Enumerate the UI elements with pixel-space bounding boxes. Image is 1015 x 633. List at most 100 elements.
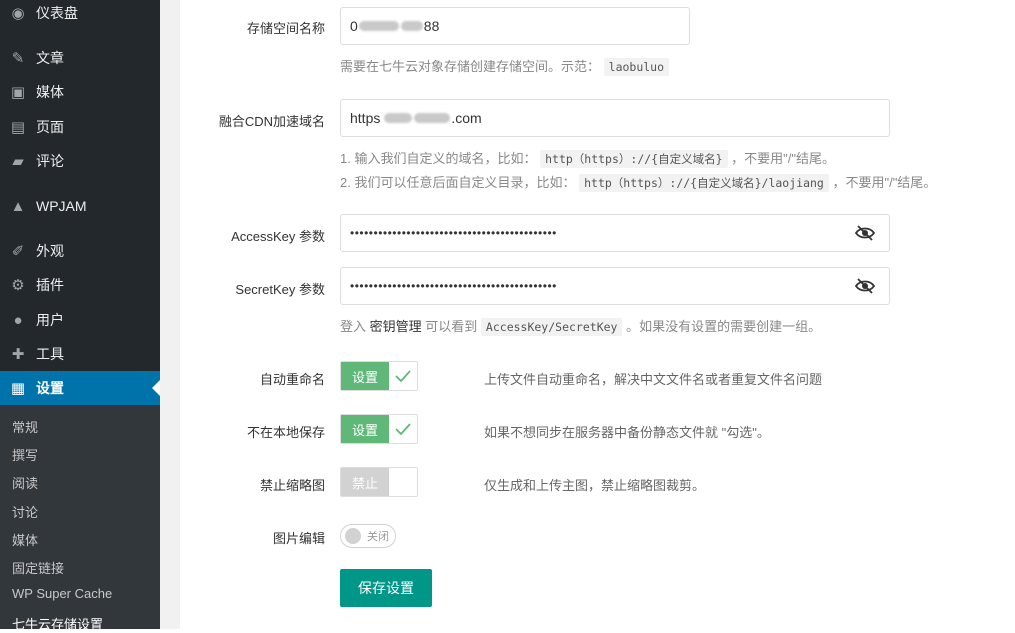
cdn-hint-2-text: 2. 我们可以任意后面自定义目录，比如： [340,175,576,190]
cdn-hint-2-code: http（https）://{自定义域名}/laojiang [579,174,829,192]
menu-item-media[interactable]: ▣ 媒体 [0,75,160,109]
user-icon: ● [13,311,23,329]
menu-item-comments[interactable]: ▰ 评论 [0,144,160,178]
cdn-hint-2-tail: ，不要用"/"结尾。 [832,175,937,190]
auto-rename-label: 自动重命名 [259,372,325,387]
save-settings-button[interactable]: 保存设置 [340,569,432,607]
cdn-value-prefix: https [350,110,381,126]
cdn-domain-input[interactable]: https .com [340,99,890,137]
secretkey-masked-value: ••••••••••••••••••••••••••••••••••••••••… [350,279,557,293]
redacted-text [384,113,413,123]
comment-icon: ▰ [12,153,24,170]
cdn-hint-2: 2. 我们可以任意后面自定义目录，比如： http（https）://{自定义域… [340,172,937,192]
no-thumb-desc: 仅生成和上传主图，禁止缩略图裁剪。 [484,478,706,493]
menu-item-label: 外观 [36,243,64,259]
no-thumb-switch-label: 禁止 [341,468,389,496]
no-local-switch-label: 设置 [341,415,389,443]
menu-item-label: 插件 [36,277,64,293]
menu-item-label: 评论 [36,153,64,169]
key-hint-tail: 。如果没有设置的需要创建一组。 [626,319,822,334]
menu-item-label: 文章 [36,50,64,66]
menu-item-label: 用户 [36,312,64,328]
submenu-item-qiniu-settings[interactable]: 七牛云存储设置 [12,614,103,633]
redacted-text [400,21,423,31]
auto-rename-switch-label: 设置 [341,362,389,390]
no-local-checkbox[interactable]: 设置 [340,414,418,444]
key-hint-code: AccessKey/SecretKey [480,318,623,336]
secretkey-label: SecretKey 参数 [235,282,325,297]
media-icon: ▣ [10,84,26,101]
key-hint: 登入 密钥管理 可以看到 AccessKey/SecretKey 。如果没有设置… [340,316,822,336]
rocket-icon: ▲ [10,197,26,215]
secretkey-input[interactable]: ••••••••••••••••••••••••••••••••••••••••… [340,267,890,305]
menu-item-label: 工具 [36,346,64,362]
auto-rename-checkbox[interactable]: 设置 [340,361,418,391]
submenu-item-general[interactable]: 常规 [12,417,38,436]
key-hint-mid: 可以看到 [425,319,478,334]
image-edit-toggle[interactable]: 关闭 [340,524,396,548]
no-local-desc: 如果不想同步在服务器中备份静态文件就 "勾选"。 [484,425,770,440]
menu-item-label: WPJAM [36,198,87,214]
cdn-hint-1: 1. 输入我们自定义的域名，比如： http（https）://{自定义域名} … [340,148,835,168]
pin-icon: ✎ [11,50,25,67]
bucket-name-input[interactable]: 0 88 [340,7,690,45]
menu-item-tools[interactable]: ✚ 工具 [0,337,160,371]
redacted-text [414,113,451,123]
redacted-text [358,21,399,31]
menu-item-label: 媒体 [36,84,64,100]
submenu-item-discussion[interactable]: 讨论 [12,502,38,521]
bucket-hint: 需要在七牛云对象存储创建存储空间。示范： laobuluo [340,56,670,76]
submenu-item-permalinks[interactable]: 固定链接 [12,558,64,577]
menu-item-posts[interactable]: ✎ 文章 [0,41,160,75]
bucket-hint-code: laobuluo [603,58,670,76]
auto-rename-desc: 上传文件自动重命名，解决中文文件名或者重复文件名问题 [484,372,823,387]
accesskey-input[interactable]: ••••••••••••••••••••••••••••••••••••••••… [340,214,890,252]
settings-icon: ▦ [10,380,26,397]
menu-item-dashboard[interactable]: ◉ 仪表盘 [0,0,160,30]
menu-item-plugins[interactable]: ⚙ 插件 [0,268,160,302]
unchecked-box [389,468,417,496]
key-hint-pre: 登入 [340,319,367,334]
menu-item-settings[interactable]: ▦ 设置 [0,371,160,405]
menu-item-wpjam[interactable]: ▲ WPJAM [0,189,160,223]
menu-item-users[interactable]: ● 用户 [0,303,160,337]
image-edit-label: 图片编辑 [272,531,325,546]
bucket-value-suffix: 88 [423,18,440,34]
no-local-label: 不在本地保存 [246,425,325,440]
key-management-link[interactable]: 密钥管理 [370,319,422,334]
submenu-item-reading[interactable]: 阅读 [12,473,38,492]
image-edit-toggle-label: 关闭 [367,531,389,543]
cdn-hint-1-text: 1. 输入我们自定义的域名，比如： [340,151,537,166]
menu-item-appearance[interactable]: ✐ 外观 [0,234,160,268]
bucket-label: 存储空间名称 [246,21,325,36]
no-thumb-label: 禁止缩略图 [259,478,325,493]
plugin-icon: ⚙ [11,277,25,294]
menu-item-pages[interactable]: ▤ 页面 [0,110,160,144]
settings-submenu: 常规 撰写 阅读 讨论 媒体 固定链接 WP Super Cache 七牛云存储… [0,405,160,632]
cdn-hint-1-tail: ，不要用"/"结尾。 [731,151,835,166]
cdn-hint-1-code: http（https）://{自定义域名} [540,150,728,168]
menu-item-label: 仪表盘 [36,5,78,21]
admin-sidebar: ◉ 仪表盘 ✎ 文章 ▣ 媒体 ▤ 页面 ▰ 评论 ▲ WPJAM ✐ 外观 ⚙… [0,0,160,632]
submenu-item-writing[interactable]: 撰写 [12,445,38,464]
submenu-item-wp-super-cache[interactable]: WP Super Cache [12,586,112,601]
cdn-label: 融合CDN加速域名 [218,114,325,129]
accesskey-label: AccessKey 参数 [231,229,325,244]
menu-item-label: 设置 [36,380,64,396]
no-thumb-checkbox[interactable]: 禁止 [340,467,418,497]
toggle-knob [345,528,361,544]
menu-item-label: 页面 [36,119,64,135]
dashboard-icon: ◉ [11,5,25,22]
eye-slash-icon[interactable] [855,277,875,295]
page-icon: ▤ [10,119,26,136]
accesskey-masked-value: ••••••••••••••••••••••••••••••••••••••••… [350,226,557,240]
content-gutter [160,0,180,629]
bucket-value-prefix: 0 [350,18,358,34]
cdn-value-suffix: .com [451,110,482,126]
brush-icon: ✐ [11,243,25,260]
wrench-icon: ✚ [11,346,25,363]
eye-slash-icon[interactable] [855,224,875,242]
submenu-item-media[interactable]: 媒体 [12,530,38,549]
check-icon [389,415,417,443]
check-icon [389,362,417,390]
